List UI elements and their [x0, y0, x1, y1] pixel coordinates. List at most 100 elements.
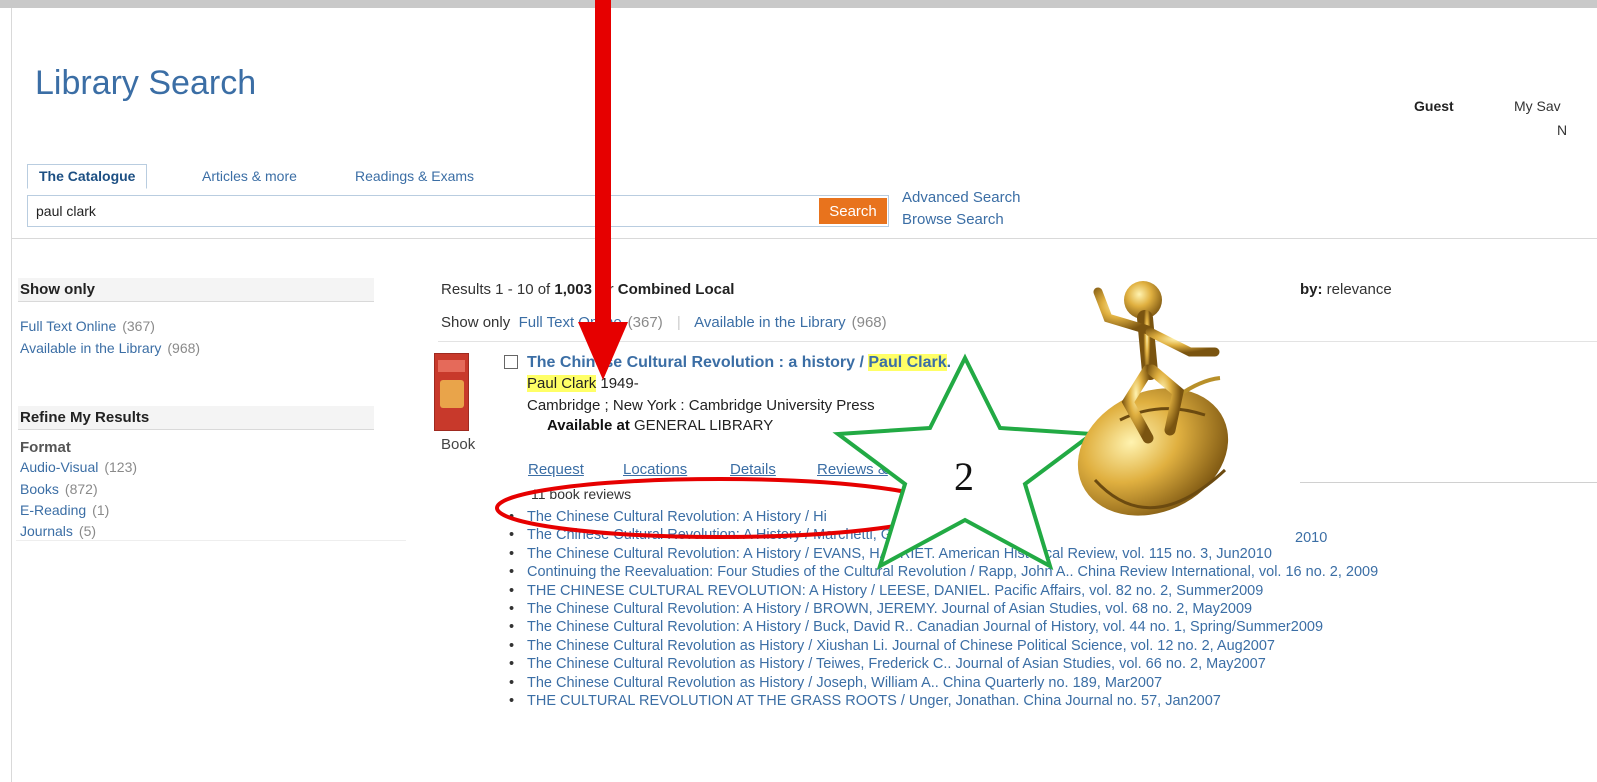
facet-label: Audio-Visual: [20, 459, 99, 475]
bullet-icon: •: [509, 545, 515, 562]
review-item[interactable]: • The Chinese Cultural Revolution: A Hist…: [506, 526, 1378, 544]
review-item[interactable]: • The Chinese Cultural Revolution: A Hist…: [506, 545, 1378, 563]
facet-count: (1): [92, 502, 110, 518]
review-item[interactable]: • Continuing the Reevaluation: Four Studi…: [506, 563, 1378, 581]
app-title: Library Search: [35, 64, 257, 102]
facet-audio-visual[interactable]: Audio-Visual (123): [20, 459, 137, 475]
bullet-icon: •: [509, 564, 515, 581]
user-guest-label: Guest: [1414, 98, 1454, 114]
record-tab-details[interactable]: Details: [730, 461, 776, 478]
format-facet-label: Format: [20, 439, 71, 456]
record-tab-request[interactable]: Request: [528, 461, 584, 478]
facet-count: (367): [122, 318, 155, 334]
results-divider-right: [1300, 482, 1597, 483]
show-only-label: Show only: [441, 314, 511, 331]
facet-label: E-Reading: [20, 502, 87, 518]
review-link[interactable]: The Chinese Cultural Revolution: A Histo…: [527, 546, 1272, 562]
available-label: Available at: [547, 417, 630, 434]
record-title-link[interactable]: The Chinese Cultural Revolution : a hist…: [527, 354, 951, 372]
top-border: [0, 0, 1597, 8]
link-count: (968): [851, 314, 887, 331]
tab-readings-and-exams[interactable]: Readings & Exams: [355, 168, 474, 184]
facet-label: Available in the Library: [20, 340, 162, 356]
review-item[interactable]: • The Chinese Cultural Revolution: A Hist…: [506, 618, 1378, 636]
facet-available-in-library[interactable]: Available in the Library (968): [20, 340, 200, 356]
review-link[interactable]: The Chinese Cultural Revolution: A Histo…: [527, 509, 827, 525]
review-item[interactable]: • The Chinese Cultural Revolution as Hist…: [506, 674, 1378, 692]
bullet-icon: •: [509, 637, 515, 654]
record-tab-locations[interactable]: Locations: [623, 461, 687, 478]
separator: |: [676, 314, 681, 331]
book-cover-thumbnail[interactable]: [434, 353, 469, 431]
link-label: Available in the Library: [694, 314, 846, 331]
review-link[interactable]: THE CULTURAL REVOLUTION AT THE GRASS ROO…: [527, 693, 1221, 709]
review-link[interactable]: The Chinese Cultural Revolution: A Histo…: [527, 527, 915, 543]
star-number: 2: [954, 454, 974, 499]
bullet-icon: •: [509, 509, 515, 525]
review-item[interactable]: • The Chinese Cultural Revolution as Hist…: [506, 655, 1378, 673]
facet-count: (123): [104, 459, 138, 475]
record-availability: Available at GENERAL LIBRARY: [547, 417, 773, 434]
bullet-icon: •: [509, 656, 515, 673]
facet-label: Journals: [20, 523, 73, 539]
header-right-fragment[interactable]: N: [1557, 122, 1567, 138]
sort-by[interactable]: by: relevance: [1300, 281, 1392, 298]
review-item[interactable]: • THE CULTURAL REVOLUTION AT THE GRASS RO…: [506, 692, 1378, 710]
review-link[interactable]: The Chinese Cultural Revolution: A Histo…: [527, 601, 1252, 617]
advanced-search-link[interactable]: Advanced Search: [902, 189, 1020, 206]
search-input[interactable]: [36, 202, 806, 220]
facet-label: Books: [20, 481, 59, 497]
facet-e-reading[interactable]: E-Reading (1): [20, 502, 109, 518]
review-fragment-right: 2010: [1295, 530, 1328, 546]
show-only-full-text-link[interactable]: Full Text Online (367): [519, 314, 663, 331]
title-suffix: .: [946, 354, 952, 371]
results-divider: [438, 341, 1597, 342]
facet-books[interactable]: Books (872): [20, 481, 98, 497]
review-item[interactable]: • The Chinese Cultural Revolution: A Hist…: [506, 508, 1378, 526]
red-arrow-shaft: [595, 0, 611, 328]
record-format: Book: [441, 436, 476, 453]
record-select-checkbox[interactable]: [504, 355, 518, 369]
results-show-only: Show only Full Text Online (367) | Availa…: [441, 314, 887, 331]
bullet-icon: •: [509, 692, 515, 709]
bullet-icon: •: [509, 600, 515, 617]
refine-results-heading: Refine My Results: [18, 406, 374, 430]
sidebar-bottom-rule: [16, 540, 406, 541]
tab-articles-and-more[interactable]: Articles & more: [202, 168, 297, 184]
show-only-available-link[interactable]: Available in the Library (968): [694, 314, 887, 331]
left-rule: [11, 8, 12, 782]
cover-band: [438, 360, 465, 372]
available-location: GENERAL LIBRARY: [634, 417, 774, 434]
results-total: 1,003: [554, 281, 592, 298]
reviews-count: 11 book reviews: [531, 486, 632, 502]
review-item[interactable]: • The Chinese Cultural Revolution: A Hist…: [506, 600, 1378, 618]
search-button[interactable]: Search: [819, 198, 887, 224]
results-summary-for: for: [596, 281, 614, 298]
review-item[interactable]: • THE CHINESE CULTURAL REVOLUTION: A Hist…: [506, 582, 1378, 600]
facet-count: (5): [78, 523, 97, 539]
review-item[interactable]: • The Chinese Cultural Revolution as Hist…: [506, 637, 1378, 655]
review-link[interactable]: The Chinese Cultural Revolution as Histo…: [527, 656, 1266, 672]
header-divider: [11, 238, 1597, 239]
review-link[interactable]: The Chinese Cultural Revolution as Histo…: [527, 675, 1162, 691]
record-tab-reviews[interactable]: Reviews &: [817, 461, 888, 478]
record-publisher: Cambridge ; New York : Cambridge Univers…: [527, 397, 875, 414]
review-link[interactable]: The Chinese Cultural Revolution: A Histo…: [527, 619, 1323, 635]
author-highlight: Paul Clark: [527, 375, 597, 392]
bullet-icon: •: [509, 527, 515, 544]
review-link[interactable]: Continuing the Reevaluation: Four Studie…: [527, 564, 1378, 580]
results-summary-prefix: Results 1 - 10 of: [441, 281, 551, 298]
review-link[interactable]: The Chinese Cultural Revolution as Histo…: [527, 638, 1275, 654]
results-summary: Results 1 - 10 of 1,003 for Combined Loc…: [441, 281, 734, 298]
reviews-list: • The Chinese Cultural Revolution: A Hist…: [506, 508, 1378, 710]
tab-the-catalogue[interactable]: The Catalogue: [27, 164, 148, 189]
author-dates: 1949-: [596, 375, 639, 392]
search-box: [27, 195, 889, 227]
cover-art: [440, 380, 464, 408]
my-saved-link[interactable]: My Sav: [1514, 98, 1561, 114]
review-link[interactable]: THE CHINESE CULTURAL REVOLUTION: A Histo…: [527, 583, 1263, 599]
link-count: (367): [627, 314, 663, 331]
facet-journals[interactable]: Journals (5): [20, 523, 96, 539]
facet-full-text-online[interactable]: Full Text Online (367): [20, 318, 155, 334]
browse-search-link[interactable]: Browse Search: [902, 211, 1004, 228]
